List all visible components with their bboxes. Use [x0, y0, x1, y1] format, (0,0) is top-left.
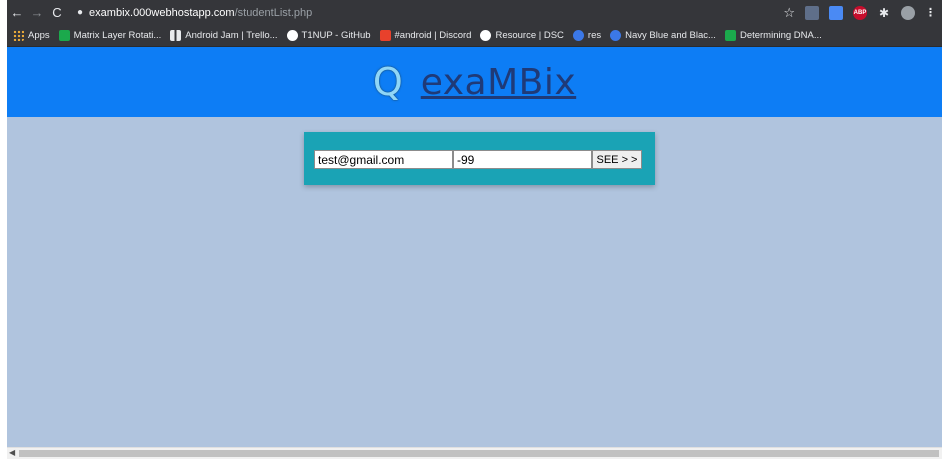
toolbar-actions: ☆ ABP ✱ ⋮ [783, 5, 942, 21]
browser-toolbar: ← → C ● exambix.000webhostapp.com/studen… [7, 0, 942, 25]
lock-icon: ● [77, 7, 84, 18]
site-header: Q exaMBix [7, 47, 942, 117]
url-host: exambix.000webhostapp.com [89, 6, 235, 19]
bookmark-item[interactable]: Determining DNA... [724, 30, 822, 41]
bookmark-label: #android | Discord [394, 30, 472, 41]
reload-icon[interactable]: C [47, 5, 67, 20]
scroll-left-icon[interactable]: ◀ [9, 448, 15, 457]
puzzle-extensions-icon[interactable]: ✱ [877, 6, 891, 20]
github-icon [286, 30, 298, 41]
apps-grid-icon [13, 30, 24, 41]
forward-icon[interactable]: → [27, 5, 47, 20]
scrollbar-thumb[interactable] [19, 450, 939, 457]
bookmark-label: Android Jam | Trello... [185, 30, 278, 41]
bookmark-item[interactable]: Matrix Layer Rotati... [58, 30, 162, 41]
bookmark-label: T1NUP - GitHub [301, 30, 371, 41]
menu-icon[interactable]: ⋮ [925, 6, 936, 19]
hackerrank-icon [58, 30, 70, 41]
bookmarks-bar: Apps Matrix Layer Rotati... Android Jam … [7, 25, 942, 47]
adblock-plus-icon[interactable]: ABP [853, 5, 867, 20]
profile-avatar-icon[interactable] [901, 5, 915, 20]
c-icon [572, 30, 584, 41]
bookmark-item[interactable]: #android | Discord [379, 30, 472, 41]
extension-blue-icon[interactable] [829, 5, 843, 20]
bookmark-item[interactable]: Apps [13, 30, 50, 41]
discord-icon [379, 30, 391, 41]
logo-q-icon: Q [372, 60, 403, 104]
bookmark-label: Determining DNA... [739, 30, 822, 41]
see-button[interactable]: SEE > > [592, 150, 642, 169]
brand-link[interactable]: exaMBix [421, 62, 576, 103]
bookmark-label: Matrix Layer Rotati... [73, 30, 162, 41]
back-icon[interactable]: ← [7, 5, 27, 20]
trello-icon [170, 30, 182, 41]
github-icon [480, 30, 492, 41]
bookmark-label: res [587, 30, 602, 41]
bookmark-item[interactable]: T1NUP - GitHub [286, 30, 371, 41]
address-bar[interactable]: ● exambix.000webhostapp.com/studentList.… [77, 7, 312, 19]
url-path: /studentList.php [234, 6, 313, 19]
bookmark-item[interactable]: Navy Blue and Blac... [610, 30, 716, 41]
bookmark-label: Navy Blue and Blac... [625, 30, 716, 41]
bookmark-item[interactable]: Android Jam | Trello... [170, 30, 278, 41]
extension-avatar-icon[interactable] [805, 5, 819, 20]
email-field[interactable] [314, 150, 453, 169]
bookmark-label: Resource | DSC [495, 30, 564, 41]
student-lookup-form: SEE > > [304, 132, 655, 185]
bookmark-star-icon[interactable]: ☆ [783, 5, 795, 21]
page-body: Q exaMBix SEE > > [7, 47, 942, 447]
bookmark-item[interactable]: res [572, 30, 602, 41]
horizontal-scrollbar[interactable]: ◀ [7, 447, 942, 459]
c-icon [610, 30, 622, 41]
bookmark-item[interactable]: Resource | DSC [480, 30, 564, 41]
number-field[interactable] [453, 150, 592, 169]
bookmark-label: Apps [28, 30, 50, 41]
hackerrank-icon [724, 30, 736, 41]
